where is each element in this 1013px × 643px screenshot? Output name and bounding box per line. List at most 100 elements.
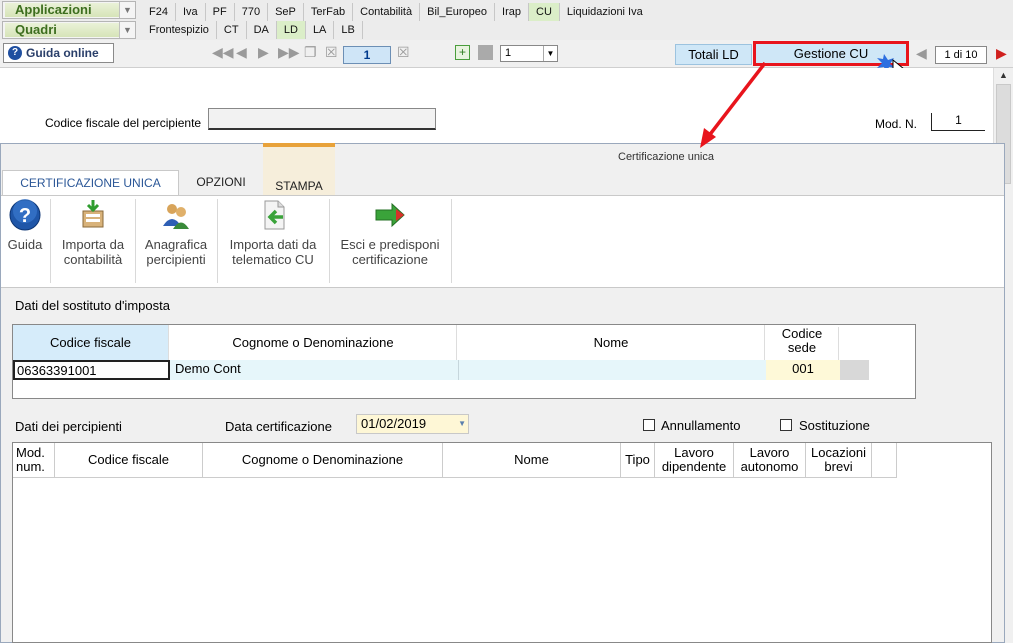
delete-icon[interactable]: ☒ xyxy=(397,44,410,61)
col-lavoro-autonomo[interactable]: Lavoro autonomo xyxy=(734,443,806,478)
tab-iva[interactable]: Iva xyxy=(176,3,206,21)
col-locazioni-brevi[interactable]: Locazioni brevi xyxy=(806,443,872,478)
anagrafica-line2: percipienti xyxy=(146,252,206,267)
cf-percipiente-field[interactable] xyxy=(208,108,436,130)
sost-nome-cell[interactable] xyxy=(458,360,766,380)
importa-contabilita-line2: contabilità xyxy=(63,252,123,267)
guida-button[interactable]: ? Guida xyxy=(5,199,45,252)
delete-page-icon[interactable]: ☒ xyxy=(325,44,338,61)
codice-sede-line2: sede xyxy=(787,340,817,355)
tab-la[interactable]: LA xyxy=(306,21,335,39)
col-mod-line1: Mod. xyxy=(16,445,45,460)
row-end-cell xyxy=(840,360,869,380)
applicazioni-selector[interactable]: Applicazioni ▼ xyxy=(2,1,136,19)
col-laut-line2: autonomo xyxy=(740,459,799,474)
col-tipo[interactable]: Tipo xyxy=(621,443,655,478)
esci-line2: certificazione xyxy=(352,252,428,267)
import-icon xyxy=(82,200,104,228)
col-mod-num[interactable]: Mod. num. xyxy=(13,443,55,478)
quadri-tabs: Frontespizio CT DA LD LA LB xyxy=(142,21,363,39)
col-ldip-line2: dipendente xyxy=(661,459,727,474)
chevron-down-icon[interactable]: ▼ xyxy=(458,415,466,433)
page-select[interactable]: 1 ▼ xyxy=(500,45,558,62)
sost-header-cognome: Cognome o Denominazione xyxy=(170,325,457,360)
col-cognome[interactable]: Cognome o Denominazione xyxy=(203,443,443,478)
quadri-selector[interactable]: Quadri ▼ xyxy=(2,21,136,39)
esci-line1: Esci e predisponi xyxy=(340,237,440,252)
col-loc-line2: brevi xyxy=(824,459,853,474)
prev-page-icon[interactable]: ◀ xyxy=(236,44,247,61)
guida-online-button[interactable]: ? Guida online xyxy=(3,43,114,63)
sost-header-codice-fiscale: Codice fiscale xyxy=(13,325,169,360)
stop-icon[interactable] xyxy=(478,45,493,60)
add-page-icon[interactable]: + xyxy=(455,45,470,60)
tab-bil-europeo[interactable]: Bil_Europeo xyxy=(420,3,496,21)
tab-opzioni[interactable]: OPZIONI xyxy=(181,170,261,195)
tab-pf[interactable]: PF xyxy=(206,3,235,21)
tab-ct[interactable]: CT xyxy=(217,21,247,39)
guida-online-label: Guida online xyxy=(26,46,99,60)
chevron-down-icon[interactable]: ▼ xyxy=(119,2,135,18)
col-nome[interactable]: Nome xyxy=(443,443,621,478)
esci-predisponi-button[interactable]: Esci e predisponi certificazione xyxy=(333,199,447,267)
anagrafica-percipienti-button[interactable]: Anagrafica percipienti xyxy=(140,199,212,267)
svg-text:?: ? xyxy=(19,205,31,227)
col-filler xyxy=(872,443,897,478)
col-lavoro-dipendente[interactable]: Lavoro dipendente xyxy=(655,443,734,478)
prev-module-icon[interactable]: ◀ xyxy=(916,45,927,62)
tab-sep[interactable]: SeP xyxy=(268,3,304,21)
importa-contabilita-button[interactable]: Importa da contabilità xyxy=(54,199,132,267)
chevron-down-icon[interactable]: ▼ xyxy=(119,22,135,38)
tab-da[interactable]: DA xyxy=(247,21,277,39)
tab-terfab[interactable]: TerFab xyxy=(304,3,354,21)
quadri-label: Quadri xyxy=(5,23,119,37)
tab-770[interactable]: 770 xyxy=(235,3,269,21)
tab-lb[interactable]: LB xyxy=(334,21,363,39)
annullamento-checkbox[interactable] xyxy=(643,419,655,431)
chevron-down-icon[interactable]: ▼ xyxy=(543,46,557,61)
ribbon-separator xyxy=(451,199,452,283)
ribbon-separator xyxy=(50,199,51,283)
last-page-icon[interactable]: ▶▶ xyxy=(278,44,300,61)
sost-codice-fiscale-cell[interactable]: 06363391001 xyxy=(13,360,170,380)
col-mod-line2: num. xyxy=(16,459,45,474)
scroll-up-icon[interactable]: ▲ xyxy=(999,70,1008,80)
sost-header-nome: Nome xyxy=(458,325,765,360)
applicazioni-label: Applicazioni xyxy=(5,3,119,17)
tab-frontespizio[interactable]: Frontespizio xyxy=(142,21,217,39)
tab-contabilita[interactable]: Contabilità xyxy=(353,3,421,21)
tab-certificazione-unica[interactable]: CERTIFICAZIONE UNICA xyxy=(2,170,179,195)
tab-cu[interactable]: CU xyxy=(529,3,560,21)
sost-codice-sede-cell[interactable]: 001 xyxy=(766,360,840,380)
anagrafica-line1: Anagrafica xyxy=(144,237,208,252)
importa-telematico-line2: telematico CU xyxy=(232,252,314,267)
ribbon-separator xyxy=(217,199,218,283)
tab-liquidazioni-iva[interactable]: Liquidazioni Iva xyxy=(560,3,650,21)
next-module-icon[interactable]: ▶ xyxy=(996,45,1007,62)
tab-ld[interactable]: LD xyxy=(276,21,306,39)
exit-arrow-icon xyxy=(375,202,405,228)
next-page-icon[interactable]: ▶ xyxy=(258,44,269,61)
col-codice-fiscale[interactable]: Codice fiscale xyxy=(55,443,203,478)
annullamento-label: Annullamento xyxy=(661,418,741,433)
sost-cognome-cell[interactable]: Demo Cont xyxy=(170,360,458,380)
tab-f24[interactable]: F24 xyxy=(142,3,176,21)
mod-n-field[interactable]: 1 xyxy=(931,113,985,131)
importa-telematico-button[interactable]: Importa dati da telematico CU xyxy=(221,199,325,267)
page-number-field[interactable]: 1 xyxy=(343,46,391,64)
data-certificazione-value: 01/02/2019 xyxy=(361,416,427,431)
sostituto-section-label: Dati del sostituto d'imposta xyxy=(15,298,170,313)
codice-sede-line1: Codice xyxy=(781,326,823,341)
first-page-icon[interactable]: ◀◀ xyxy=(212,44,234,61)
importa-contabilita-line1: Importa da xyxy=(61,237,125,252)
tab-stampa[interactable]: STAMPA xyxy=(263,143,335,195)
sostituzione-checkbox[interactable] xyxy=(780,419,792,431)
col-loc-line1: Locazioni xyxy=(811,445,866,460)
copy-page-icon[interactable]: ❐ xyxy=(304,44,317,61)
sost-header-codice-sede: Codice sede xyxy=(766,327,839,360)
import-document-icon xyxy=(264,200,285,230)
help-icon: ? xyxy=(9,199,41,231)
tab-irap[interactable]: Irap xyxy=(495,3,530,21)
ribbon-separator xyxy=(329,199,330,283)
data-certificazione-field[interactable]: 01/02/2019 ▼ xyxy=(356,414,469,434)
